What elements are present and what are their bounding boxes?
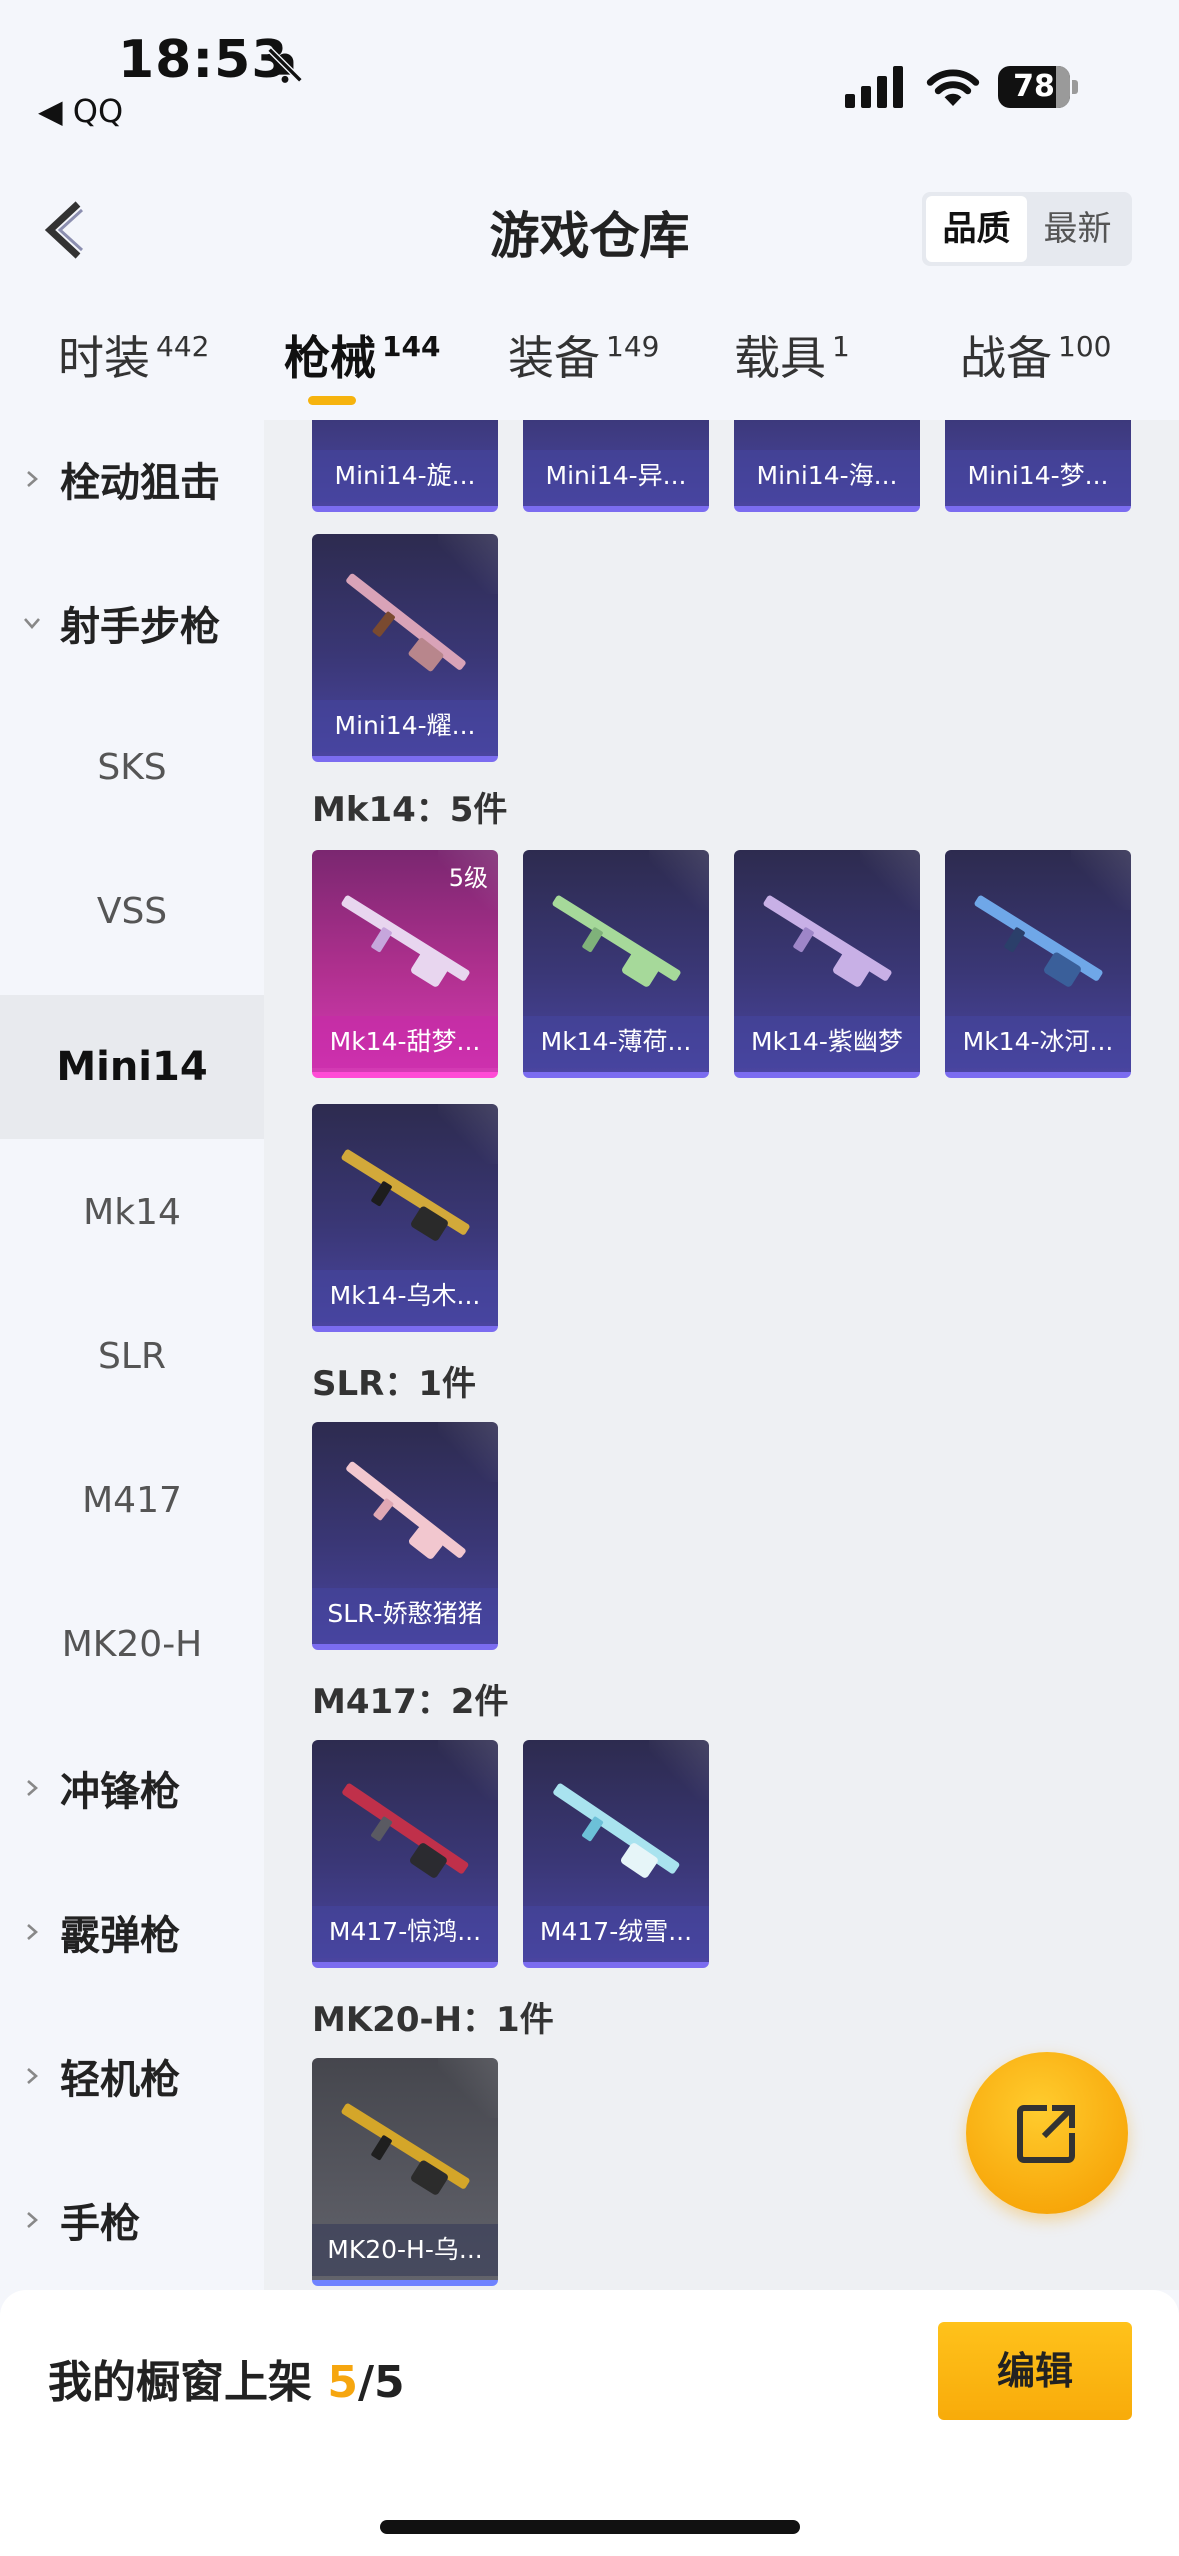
- tab-equipment[interactable]: 装备 149: [508, 322, 659, 388]
- wifi-icon: [926, 69, 980, 106]
- page: 18:53 ◀ QQ 78 游戏仓库 品质 最新 时装 442 枪械 144 装…: [0, 0, 1179, 2556]
- item-card-name: Mk14-紫幽梦: [734, 1016, 920, 1068]
- item-card-name: Mk14-冰河...: [945, 1016, 1131, 1068]
- item-card[interactable]: Mk14-紫幽梦: [734, 850, 920, 1078]
- item-card-name: Mini14-海...: [734, 450, 920, 502]
- item-card-name: SLR-娇憨猪猪: [312, 1588, 498, 1640]
- chevron-right-icon: [27, 2212, 38, 2228]
- rifle-icon: [341, 895, 470, 987]
- tab-vehicles[interactable]: 载具 1: [734, 322, 850, 388]
- header: 游戏仓库 品质 最新: [0, 160, 1179, 290]
- edit-button[interactable]: 编辑: [938, 2322, 1132, 2420]
- weapon-type-sidebar: 栓动狙击 射手步枪 SKS VSS Mini14 Mk14 SLR M417 M…: [0, 420, 264, 2290]
- chevron-right-icon: [27, 1780, 38, 1796]
- sidebar-item-m417[interactable]: M417: [0, 1428, 264, 1572]
- sidebar-item-vss[interactable]: VSS: [0, 839, 264, 983]
- item-card[interactable]: MK20-H-乌...: [312, 2058, 498, 2286]
- group-label-slr: SLR：1件: [312, 1364, 476, 1404]
- group-label-m417: M417：2件: [312, 1682, 509, 1722]
- item-card[interactable]: Mini14-耀...: [312, 534, 498, 762]
- item-card[interactable]: M417-惊鸿...: [312, 1740, 498, 1968]
- sidebar-item-marksman-rifle[interactable]: 射手步枪: [0, 551, 264, 695]
- item-grid: Mini14-旋... Mini14-异... Mini14-海... Mini…: [264, 420, 1179, 2290]
- item-card[interactable]: M417-绒雪...: [523, 1740, 709, 1968]
- share-icon: [1017, 2105, 1075, 2163]
- chevron-right-icon: [27, 2068, 38, 2084]
- item-card[interactable]: Mk14-冰河...: [945, 850, 1131, 1078]
- rifle-icon: [342, 1783, 469, 1878]
- tab-firearms[interactable]: 枪械 144: [284, 322, 440, 388]
- item-card[interactable]: Mini14-旋...: [312, 420, 498, 512]
- item-card[interactable]: Mini14-梦...: [945, 420, 1131, 512]
- sort-option-newest[interactable]: 最新: [1027, 196, 1128, 262]
- tab-supplies[interactable]: 战备 100: [960, 322, 1111, 388]
- sidebar-item-mk20h[interactable]: MK20-H: [0, 1572, 264, 1716]
- back-to-app-link[interactable]: ◀ QQ: [38, 92, 123, 130]
- sidebar-item-sks[interactable]: SKS: [0, 695, 264, 839]
- sidebar-item-mini14[interactable]: Mini14: [0, 995, 264, 1139]
- rifle-icon: [341, 2103, 470, 2195]
- group-label-mk14: Mk14：5件: [312, 790, 508, 830]
- item-card[interactable]: Mk14-乌木...: [312, 1104, 498, 1332]
- home-indicator: [380, 2520, 800, 2534]
- sidebar-item-bolt-action-sniper[interactable]: 栓动狙击: [0, 407, 264, 551]
- item-card-name: Mk14-乌木...: [312, 1270, 498, 1322]
- rifle-icon: [974, 895, 1103, 987]
- item-card-name: Mk14-甜梦...: [312, 1016, 498, 1068]
- item-card-name: Mini14-异...: [523, 450, 709, 502]
- rifle-icon: [341, 1149, 470, 1241]
- showcase-count-label: 我的橱窗上架 5/5: [48, 2357, 405, 2408]
- chevron-down-icon: [24, 618, 40, 629]
- item-card-name: Mini14-旋...: [312, 450, 498, 502]
- active-tab-indicator: [308, 396, 356, 405]
- status-bar: 18:53 ◀ QQ 78: [0, 0, 1179, 160]
- rifle-icon: [763, 895, 892, 987]
- category-tabs: 时装 442 枪械 144 装备 149 载具 1 战备 100: [0, 300, 1179, 420]
- bottom-bar: 我的橱窗上架 5/5 编辑: [0, 2290, 1179, 2556]
- item-card-name: Mk14-薄荷...: [523, 1016, 709, 1068]
- rifle-icon: [553, 1783, 680, 1878]
- sort-option-quality[interactable]: 品质: [926, 196, 1027, 262]
- item-card[interactable]: Mk14-薄荷...: [523, 850, 709, 1078]
- item-card[interactable]: Mini14-海...: [734, 420, 920, 512]
- item-card-name: M417-惊鸿...: [312, 1906, 498, 1958]
- item-card[interactable]: Mini14-异...: [523, 420, 709, 512]
- chevron-right-icon: [27, 471, 38, 487]
- rifle-icon: [346, 1461, 466, 1559]
- item-card-name: Mini14-耀...: [312, 700, 498, 752]
- rifle-icon: [552, 895, 681, 987]
- share-button[interactable]: [966, 2052, 1128, 2214]
- sidebar-item-smg[interactable]: 冲锋枪: [0, 1716, 264, 1860]
- sidebar-item-pistol[interactable]: 手枪: [0, 2148, 264, 2292]
- sidebar-item-mk14[interactable]: Mk14: [0, 1140, 264, 1284]
- sidebar-item-shotgun[interactable]: 霰弹枪: [0, 1860, 264, 2004]
- rifle-icon: [346, 573, 466, 672]
- showcase-count-current: 5: [327, 2357, 358, 2408]
- battery-indicator: 78: [998, 66, 1078, 108]
- item-card[interactable]: 5级 Mk14-甜梦...: [312, 850, 498, 1078]
- item-card-name: MK20-H-乌...: [312, 2224, 498, 2276]
- item-card-name: Mini14-梦...: [945, 450, 1131, 502]
- cellular-signal-icon: [845, 66, 903, 108]
- sort-toggle: 品质 最新: [922, 192, 1132, 266]
- item-card-name: M417-绒雪...: [523, 1906, 709, 1958]
- tab-fashion[interactable]: 时装 442: [58, 322, 209, 388]
- sidebar-item-slr[interactable]: SLR: [0, 1284, 264, 1428]
- bell-slash-icon: [267, 47, 303, 83]
- sidebar-item-lmg[interactable]: 轻机枪: [0, 2004, 264, 2148]
- battery-level: 78: [1013, 69, 1055, 104]
- item-card[interactable]: SLR-娇憨猪猪: [312, 1422, 498, 1650]
- group-label-mk20h: MK20-H：1件: [312, 2000, 554, 2040]
- chevron-right-icon: [27, 1924, 38, 1940]
